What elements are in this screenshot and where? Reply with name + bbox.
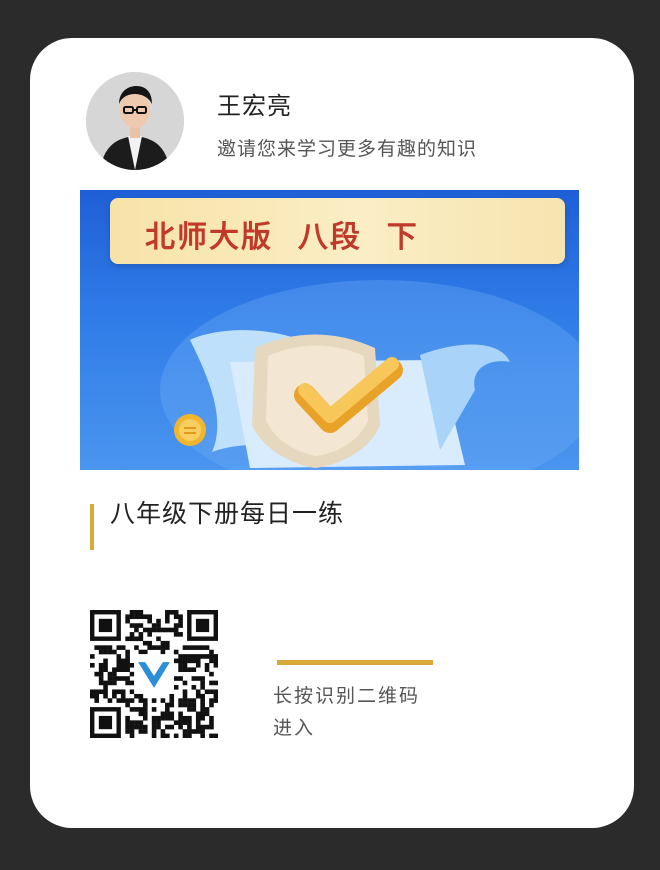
invite-text: 邀请您来学习更多有趣的知识 xyxy=(217,138,478,160)
course-title: 八年级下册每日一练 xyxy=(110,499,345,528)
gold-divider xyxy=(277,660,433,665)
user-name: 王宏亮 xyxy=(217,92,292,120)
avatar xyxy=(86,72,184,170)
scan-hint: 长按识别二维码 进入 xyxy=(273,680,453,744)
banner-title-box: 北师大版 八段 下 xyxy=(110,198,565,264)
avatar-photo xyxy=(86,72,184,170)
share-card: 王宏亮 邀请您来学习更多有趣的知识 北师大版 八段 下 八年级下册每日一练 长按… xyxy=(30,38,634,828)
course-title-accent-bar xyxy=(90,504,94,550)
qr-logo-background xyxy=(134,654,174,694)
course-banner: 北师大版 八段 下 xyxy=(80,190,579,470)
scan-hint-line1: 长按识别二维码 xyxy=(273,685,421,707)
banner-title: 北师大版 八段 下 xyxy=(145,220,419,255)
scan-hint-line2: 进入 xyxy=(273,717,316,739)
qr-code-image xyxy=(90,610,219,739)
qr-code[interactable] xyxy=(90,610,219,739)
